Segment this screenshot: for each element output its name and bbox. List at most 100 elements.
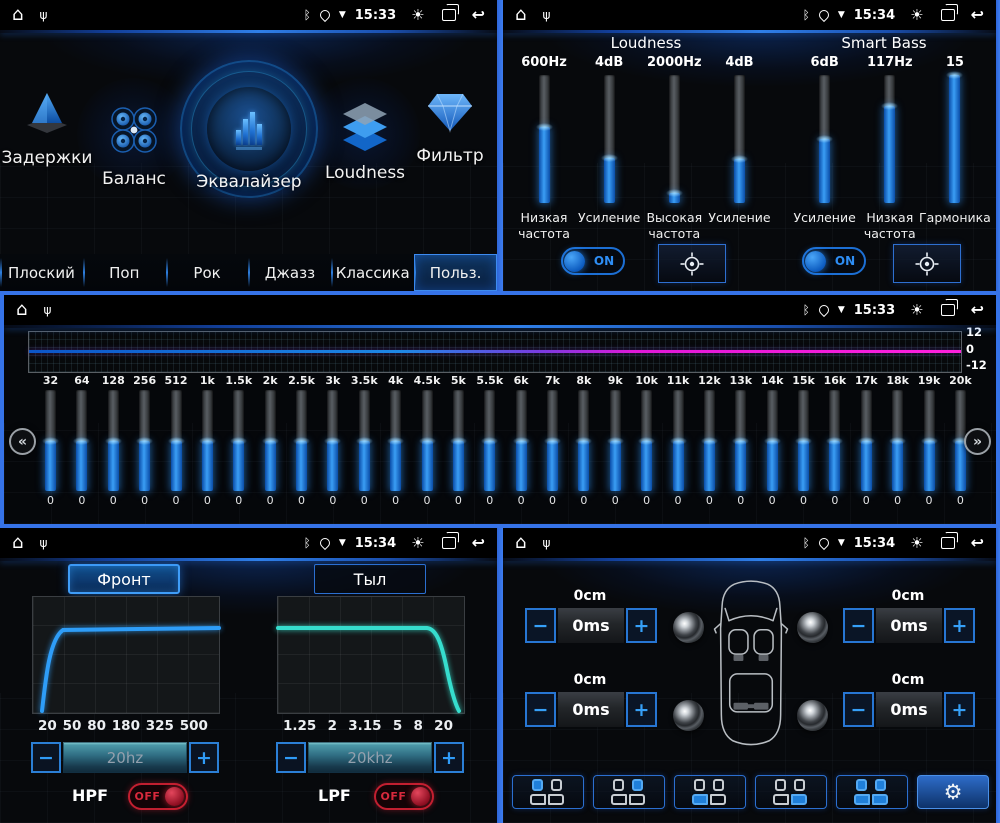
lpf-plus-button[interactable]: + (434, 742, 464, 773)
hpf-off-toggle[interactable]: OFF (128, 783, 188, 810)
vertical-slider[interactable] (604, 75, 615, 203)
vertical-slider[interactable] (734, 75, 745, 203)
hpf-minus-button[interactable]: − (31, 742, 61, 773)
minus-button[interactable]: − (843, 692, 874, 727)
back-icon[interactable]: ↩ (971, 535, 984, 551)
band-slider[interactable] (547, 390, 558, 491)
home-icon[interactable]: ⌂ (16, 301, 27, 319)
band-slider[interactable] (892, 390, 903, 491)
preset-all-seats-button[interactable] (836, 775, 908, 809)
preset-tab[interactable]: Рок (166, 254, 249, 291)
band-slider[interactable] (861, 390, 872, 491)
band-slider[interactable] (798, 390, 809, 491)
band-frequency-label: 19k (918, 374, 941, 388)
recent-apps-icon[interactable] (941, 9, 955, 21)
vertical-slider[interactable] (819, 75, 830, 203)
tab-front[interactable]: Фронт (68, 564, 180, 594)
plus-button[interactable]: + (626, 692, 657, 727)
preset-front-left-seat-button[interactable] (512, 775, 584, 809)
band-slider[interactable] (171, 390, 182, 491)
lpf-off-toggle[interactable]: OFF (374, 783, 434, 810)
plus-button[interactable]: + (944, 692, 975, 727)
band-slider[interactable] (578, 390, 589, 491)
vertical-slider[interactable] (884, 75, 895, 203)
band-slider[interactable] (516, 390, 527, 491)
plus-button[interactable]: + (944, 608, 975, 643)
band-frequency-label: 2.5k (288, 374, 315, 388)
brightness-icon[interactable]: ☀ (411, 8, 424, 23)
minus-button[interactable]: − (525, 608, 556, 643)
brightness-icon[interactable]: ☀ (411, 536, 424, 551)
brightness-icon[interactable]: ☀ (910, 8, 923, 23)
bluetooth-icon: ᛒ (304, 9, 311, 21)
brightness-icon[interactable]: ☀ (910, 303, 923, 318)
menu-item-filter[interactable]: Фильтр (404, 90, 496, 166)
band-slider[interactable] (359, 390, 370, 491)
back-icon[interactable]: ↩ (472, 7, 485, 23)
minus-button[interactable]: − (525, 692, 556, 727)
hpf-plus-button[interactable]: + (189, 742, 219, 773)
preset-rear-right-seat-button[interactable] (755, 775, 827, 809)
band-slider[interactable] (139, 390, 150, 491)
home-icon[interactable]: ⌂ (12, 534, 23, 552)
vertical-slider[interactable] (949, 75, 960, 203)
band-slider[interactable] (76, 390, 87, 491)
delay-settings-button[interactable]: ⚙ (917, 775, 989, 809)
lpf-minus-button[interactable]: − (276, 742, 306, 773)
vertical-slider[interactable] (539, 75, 550, 203)
eq-band: 14k 0 (759, 374, 786, 507)
band-slider[interactable] (610, 390, 621, 491)
band-slider[interactable] (735, 390, 746, 491)
preset-front-right-seat-button[interactable] (593, 775, 665, 809)
home-icon[interactable]: ⌂ (515, 6, 526, 24)
preset-tab[interactable]: Джазз (248, 254, 331, 291)
preset-tab[interactable]: Поп (83, 254, 166, 291)
band-slider[interactable] (233, 390, 244, 491)
back-icon[interactable]: ↩ (472, 535, 485, 551)
vertical-slider[interactable] (669, 75, 680, 203)
band-slider[interactable] (108, 390, 119, 491)
home-icon[interactable]: ⌂ (515, 534, 526, 552)
minus-button[interactable]: − (843, 608, 874, 643)
band-slider[interactable] (296, 390, 307, 491)
menu-item-loudness[interactable]: Loudness (318, 103, 412, 183)
back-icon[interactable]: ↩ (971, 302, 984, 318)
home-icon[interactable]: ⌂ (12, 6, 23, 24)
band-slider[interactable] (641, 390, 652, 491)
recent-apps-icon[interactable] (941, 537, 955, 549)
smart-bass-on-toggle[interactable]: ON (802, 247, 866, 275)
band-slider[interactable] (453, 390, 464, 491)
graph-y-min: -12 (966, 358, 998, 372)
plus-button[interactable]: + (626, 608, 657, 643)
tab-rear[interactable]: Тыл (314, 564, 426, 594)
band-slider[interactable] (704, 390, 715, 491)
preset-tab[interactable]: Плоский (0, 254, 83, 291)
brightness-icon[interactable]: ☀ (910, 536, 923, 551)
menu-item-delays[interactable]: Задержки (1, 90, 93, 168)
band-slider[interactable] (327, 390, 338, 491)
band-slider[interactable] (673, 390, 684, 491)
band-slider[interactable] (767, 390, 778, 491)
smart-bass-reset-button[interactable] (893, 244, 961, 283)
loudness-reset-button[interactable] (658, 244, 726, 283)
recent-apps-icon[interactable] (442, 9, 456, 21)
band-slider[interactable] (924, 390, 935, 491)
recent-apps-icon[interactable] (941, 304, 955, 316)
preset-tab[interactable]: Классика (331, 254, 414, 291)
back-icon[interactable]: ↩ (971, 7, 984, 23)
band-slider[interactable] (422, 390, 433, 491)
next-page-button[interactable]: » (964, 428, 991, 455)
scale-label: 5 (393, 718, 402, 734)
band-slider[interactable] (829, 390, 840, 491)
band-slider[interactable] (202, 390, 213, 491)
band-slider[interactable] (484, 390, 495, 491)
menu-item-balance[interactable]: Баланс (87, 103, 181, 189)
band-slider[interactable] (45, 390, 56, 491)
band-slider[interactable] (390, 390, 401, 491)
loudness-on-toggle[interactable]: ON (561, 247, 625, 275)
preset-rear-left-seat-button[interactable] (674, 775, 746, 809)
preset-tab[interactable]: Польз. (414, 254, 497, 291)
prev-page-button[interactable]: « (9, 428, 36, 455)
recent-apps-icon[interactable] (442, 537, 456, 549)
band-slider[interactable] (265, 390, 276, 491)
